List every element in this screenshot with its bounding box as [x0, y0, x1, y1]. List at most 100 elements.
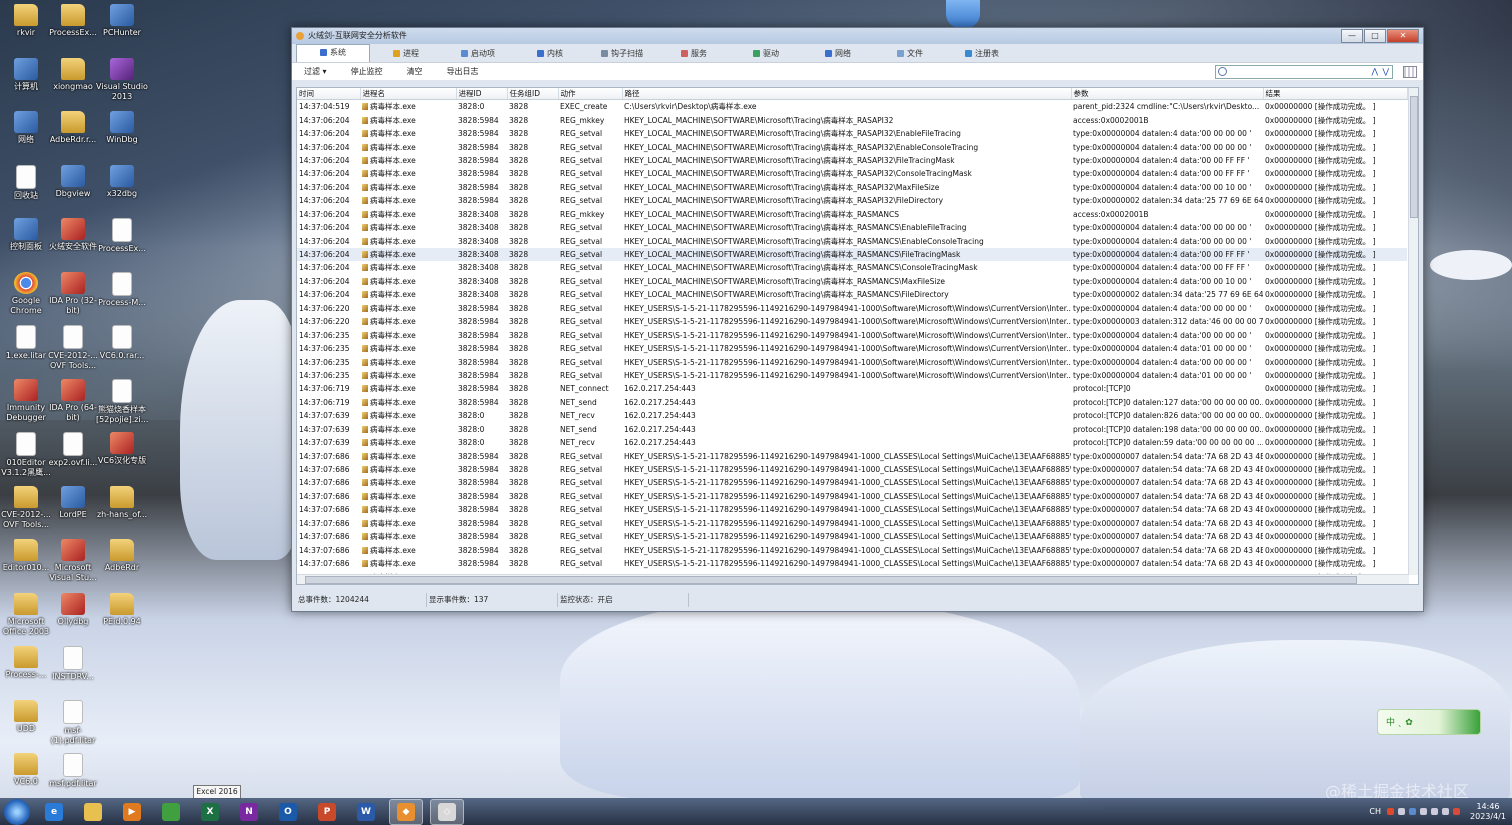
tray-app-icon[interactable]	[1387, 808, 1394, 815]
desktop-icon[interactable]: CVE-2012-... OVF Tools...	[0, 482, 52, 530]
table-row[interactable]: 14:37:07:686 病毒样本.exe 3828:5984 3828 REG_set…	[297, 517, 1407, 530]
taskbar-huorong-icon[interactable]: ◆	[389, 798, 423, 825]
desktop-icon[interactable]: exp2.ovf.li...	[47, 428, 99, 468]
taskbar-onenote-icon[interactable]: N	[233, 800, 265, 824]
tab-0[interactable]: 系统	[296, 44, 370, 62]
table-row[interactable]: 14:37:06:204 病毒样本.exe 3828:3408 3828 REG_set…	[297, 288, 1407, 301]
tab-3[interactable]: 内核	[514, 46, 586, 62]
taskbar-excel-icon[interactable]: X	[194, 800, 226, 824]
column-header[interactable]: 结果	[1263, 88, 1408, 100]
desktop-icon[interactable]: xiongmao	[47, 54, 99, 92]
tab-1[interactable]: 进程	[370, 46, 442, 62]
desktop-icon[interactable]: INSTDRV...	[47, 642, 99, 682]
taskbar-chrome-icon[interactable]	[155, 800, 187, 824]
ime-language-bar[interactable]: 中 ˎ ✿	[1377, 709, 1481, 735]
tab-7[interactable]: 网络	[802, 46, 874, 62]
desktop-icon[interactable]: Google Chrome	[0, 268, 52, 316]
table-row[interactable]: 14:37:06:235 病毒样本.exe 3828:5984 3828 REG_set…	[297, 328, 1407, 341]
table-row[interactable]: 14:37:06:719 病毒样本.exe 3828:5984 3828 NET_con…	[297, 382, 1407, 395]
table-row[interactable]: 14:37:06:204 病毒样本.exe 3828:3408 3828 REG_set…	[297, 275, 1407, 288]
table-row[interactable]: 14:37:07:686 病毒样本.exe 3828:5984 3828 REG_set…	[297, 543, 1407, 556]
stop-monitor-button[interactable]: 停止监控	[339, 63, 395, 80]
desktop-icon[interactable]: Visual Studio 2013	[96, 54, 148, 102]
column-header[interactable]: 进程名	[360, 88, 457, 100]
table-row[interactable]: 14:37:06:235 病毒样本.exe 3828:5984 3828 REG_set…	[297, 369, 1407, 382]
column-header[interactable]: 参数	[1071, 88, 1264, 100]
clear-button[interactable]: 清空	[395, 63, 435, 80]
taskbar-explorer-icon[interactable]	[77, 800, 109, 824]
desktop-icon[interactable]: 010Editor V3.1.2黑鹰...	[0, 428, 52, 478]
table-row[interactable]: 14:37:07:639 病毒样本.exe 3828:0 3828 NET_recv 16…	[297, 436, 1407, 449]
table-row[interactable]: 14:37:07:686 病毒样本.exe 3828:5984 3828 REG_set…	[297, 463, 1407, 476]
horizontal-scrollbar[interactable]	[297, 574, 1409, 584]
desktop-icon[interactable]: msf-(1).pdf.litar	[47, 696, 99, 746]
table-row[interactable]: 14:37:06:204 病毒样本.exe 3828:5984 3828 REG_set…	[297, 167, 1407, 180]
tab-5[interactable]: 服务	[658, 46, 730, 62]
desktop-icon[interactable]: AdbeRdr.r...	[47, 107, 99, 145]
taskbar-huorong-sword-icon[interactable]: ◇	[430, 798, 464, 825]
table-row[interactable]: 14:37:06:235 病毒样本.exe 3828:5984 3828 REG_set…	[297, 355, 1407, 368]
desktop-icon[interactable]: CVE-2012-... OVF Tools...	[47, 321, 99, 371]
table-row[interactable]: 14:37:07:686 病毒样本.exe 3828:5984 3828 REG_set…	[297, 503, 1407, 516]
column-header[interactable]: 进程ID	[456, 88, 508, 100]
desktop-icon[interactable]: Immunity Debugger	[0, 375, 52, 423]
table-row[interactable]: 14:37:07:686 病毒样本.exe 3828:5984 3828 REG_set…	[297, 490, 1407, 503]
taskbar-outlook-icon[interactable]: O	[272, 800, 304, 824]
desktop-icon[interactable]: IDA Pro (64-bit)	[47, 375, 99, 423]
table-row[interactable]: 14:37:07:686 病毒样本.exe 3828:5984 3828 REG_set…	[297, 530, 1407, 543]
minimize-button[interactable]: —	[1341, 29, 1363, 43]
filter-button[interactable]: 过滤 ▾	[292, 63, 339, 80]
desktop-icon[interactable]: rkvir	[0, 0, 52, 38]
maximize-button[interactable]: □	[1364, 29, 1386, 43]
desktop-icon[interactable]: 计算机	[0, 54, 52, 92]
desktop-icon[interactable]: WinDbg	[96, 107, 148, 145]
title-bar[interactable]: 火绒剑-互联网安全分析软件 — □ ✕	[292, 28, 1423, 44]
desktop-icon[interactable]: Process-M...	[96, 268, 148, 308]
search-prev-arrow-icon[interactable]: ⋀	[1371, 66, 1378, 78]
clock[interactable]: 14:46 2023/4/1	[1468, 802, 1508, 822]
close-button[interactable]: ✕	[1387, 29, 1419, 43]
desktop-icon[interactable]: UDD	[0, 696, 52, 734]
desktop-icon[interactable]: 回收站	[0, 161, 52, 201]
search-input[interactable]: ⋀ ⋁	[1215, 65, 1393, 79]
table-row[interactable]: 14:37:06:204 病毒样本.exe 3828:5984 3828 REG_mkk…	[297, 113, 1407, 126]
table-row[interactable]: 14:37:07:686 病毒样本.exe 3828:5984 3828 REG_set…	[297, 557, 1407, 570]
desktop-icon[interactable]: VC6.0.rar...	[96, 321, 148, 361]
table-row[interactable]: 14:37:07:639 病毒样本.exe 3828:0 3828 NET_send 16…	[297, 423, 1407, 436]
desktop-icon[interactable]: 网络	[0, 107, 52, 145]
desktop-icon[interactable]: 控制面板	[0, 214, 52, 252]
desktop-icon[interactable]: VC6.0	[0, 749, 52, 787]
table-row[interactable]: 14:37:06:204 病毒样本.exe 3828:3408 3828 REG_set…	[297, 261, 1407, 274]
desktop-icon[interactable]: ProcessEx...	[47, 0, 99, 38]
desktop-icon[interactable]: msf.pdf.litar	[47, 749, 99, 789]
tab-9[interactable]: 注册表	[946, 46, 1018, 62]
scroll-thumb[interactable]	[1410, 96, 1418, 218]
desktop-icon[interactable]: 火绒安全软件	[47, 214, 99, 252]
event-list[interactable]: 时间 进程名 进程ID 任务组ID 动作 路径 参数 结果 14:37:04:519 病毒样本.…	[296, 87, 1419, 585]
desktop-icon[interactable]: Process-...	[0, 642, 52, 680]
table-row[interactable]: 14:37:06:235 病毒样本.exe 3828:5984 3828 REG_set…	[297, 342, 1407, 355]
table-row[interactable]: 14:37:07:686 病毒样本.exe 3828:5984 3828 REG_set…	[297, 476, 1407, 489]
action-center-flag-icon[interactable]	[1453, 808, 1460, 815]
table-row[interactable]: 14:37:04:519 病毒样本.exe 3828:0 3828 EXEC_creat…	[297, 100, 1407, 114]
column-header[interactable]: 路径	[622, 88, 1072, 100]
input-language-indicator[interactable]: CH	[1369, 807, 1381, 816]
desktop-icon[interactable]: 1.exe.litar	[0, 321, 52, 361]
table-row[interactable]: 14:37:06:204 病毒样本.exe 3828:3408 3828 REG_set…	[297, 221, 1407, 234]
desktop-icon[interactable]: Dbgview	[47, 161, 99, 199]
tray-arrow-icon[interactable]	[1420, 808, 1427, 815]
desktop-icon[interactable]: Editor010...	[0, 535, 52, 573]
desktop-icon[interactable]: LordPE	[47, 482, 99, 520]
tab-8[interactable]: 文件	[874, 46, 946, 62]
desktop-icon[interactable]: PCHunter	[96, 0, 148, 38]
desktop-icon[interactable]: zh-hans_of...	[96, 482, 148, 520]
desktop-icon[interactable]: IDA Pro (32-bit)	[47, 268, 99, 316]
scroll-thumb[interactable]	[305, 576, 1357, 584]
tray-help-icon[interactable]	[1409, 808, 1416, 815]
column-header[interactable]: 时间	[297, 88, 361, 100]
network-icon[interactable]	[1442, 808, 1449, 815]
tab-6[interactable]: 驱动	[730, 46, 802, 62]
vertical-scrollbar[interactable]	[1408, 88, 1418, 575]
search-next-arrow-icon[interactable]: ⋁	[1382, 66, 1389, 78]
desktop-icon[interactable]: Microsoft Visual Stu...	[47, 535, 99, 583]
